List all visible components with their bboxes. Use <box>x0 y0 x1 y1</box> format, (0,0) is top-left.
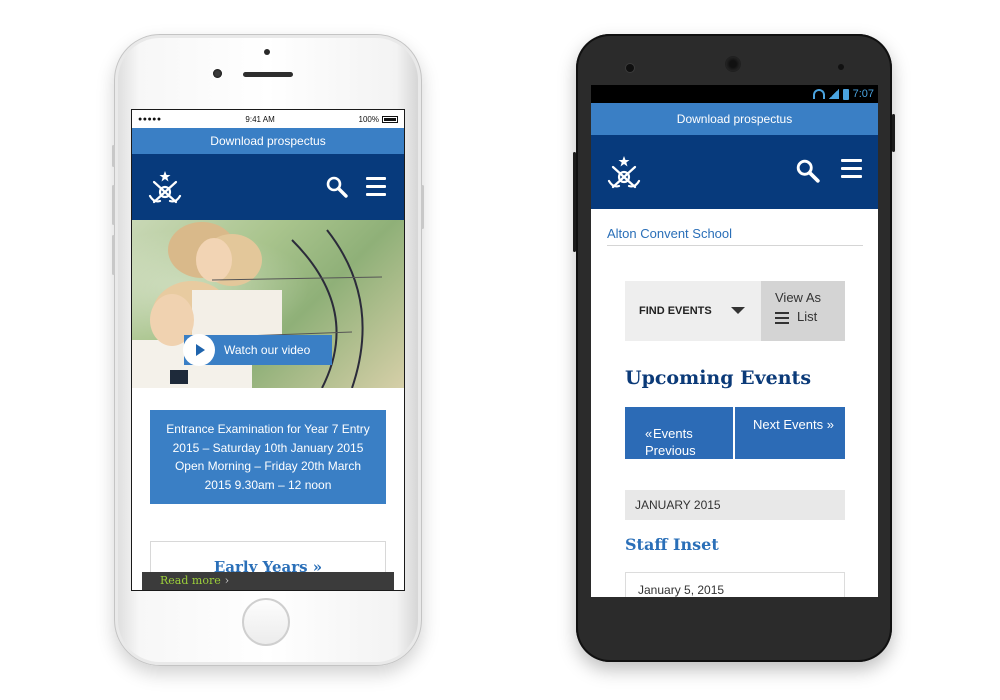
announcement-box: Entrance Examination for Year 7 Entry 20… <box>150 410 386 504</box>
read-more-label: Read more <box>160 574 221 587</box>
site-header <box>591 135 878 209</box>
announcement-line-2: Open Morning – Friday 20th March 2015 9.… <box>174 459 362 492</box>
events-pager: « Previous Events Next Events » <box>625 407 845 459</box>
event-title-link[interactable]: Staff Inset <box>625 535 719 554</box>
iphone-earpiece <box>243 72 293 77</box>
battery-percent: 100% <box>358 114 379 124</box>
find-events-label: FIND EVENTS <box>639 305 712 317</box>
play-icon <box>183 334 215 366</box>
android-status-bar: 7:07 <box>591 85 878 103</box>
iphone-volume-up <box>112 185 115 225</box>
announcement-line-1: Entrance Examination for Year 7 Entry 20… <box>166 422 370 455</box>
android-volume-button <box>573 152 576 252</box>
previous-events-button[interactable]: « Previous Events <box>625 407 733 459</box>
iphone-mute-switch <box>112 145 115 167</box>
hamburger-menu-icon[interactable] <box>841 159 862 178</box>
view-as-label: View As <box>775 290 822 305</box>
signal-indicator: ●●●●● <box>138 115 162 123</box>
android-device: 7:07 Download prospectus Alton Convent S… <box>573 34 895 662</box>
battery-icon <box>842 88 849 100</box>
android-power-button <box>892 114 895 152</box>
next-events-label: Next Events » <box>753 417 834 432</box>
search-icon[interactable] <box>796 159 820 183</box>
list-label: List <box>797 309 818 324</box>
previous-label-events: Events <box>653 426 693 441</box>
crest-logo-icon[interactable] <box>607 155 641 189</box>
status-time: 9:41 AM <box>245 114 275 124</box>
chevron-right-icon: › <box>224 574 230 587</box>
crest-logo-icon[interactable] <box>148 170 182 204</box>
download-prospectus-link[interactable]: Download prospectus <box>591 103 878 135</box>
battery-icon <box>382 115 398 123</box>
watch-video-label: Watch our video <box>224 343 311 357</box>
view-as-list-button[interactable]: View As List <box>761 281 845 341</box>
iphone-sensor <box>264 49 270 55</box>
android-earpiece <box>725 56 741 72</box>
android-sensor <box>838 64 844 70</box>
event-date-text: January 5, 2015 <box>638 583 725 597</box>
iphone-power-button <box>421 185 424 229</box>
month-header: JANUARY 2015 <box>625 490 845 520</box>
signal-icon <box>828 89 839 99</box>
search-icon[interactable] <box>326 176 348 198</box>
find-events-dropdown[interactable]: FIND EVENTS <box>625 281 761 341</box>
wifi-icon <box>812 89 825 99</box>
download-prospectus-link[interactable]: Download prospectus <box>132 128 404 154</box>
upcoming-events-heading: Upcoming Events <box>625 367 812 389</box>
hero-image: Watch our video <box>132 220 404 388</box>
iphone-home-button[interactable] <box>242 598 290 646</box>
status-time: 7:07 <box>852 88 874 100</box>
watch-video-button[interactable]: Watch our video <box>183 334 332 366</box>
iphone-front-camera <box>213 69 222 78</box>
hamburger-menu-icon[interactable] <box>366 177 386 196</box>
next-events-button[interactable]: Next Events » <box>735 407 845 459</box>
iphone-volume-down <box>112 235 115 275</box>
events-filter-bar: FIND EVENTS View As List <box>625 281 845 341</box>
battery-indicator: 100% <box>359 115 398 124</box>
read-more-link[interactable]: Read more › <box>142 572 394 590</box>
iphone-status-bar: ●●●●● 9:41 AM 100% <box>132 110 404 128</box>
iphone-screen: ●●●●● 9:41 AM 100% Download prospectus W… <box>131 109 405 591</box>
android-front-camera <box>626 64 634 72</box>
list-icon <box>775 312 789 327</box>
event-date: January 5, 2015 <box>625 572 845 597</box>
school-name-breadcrumb[interactable]: Alton Convent School <box>607 219 863 246</box>
site-header <box>132 154 404 220</box>
android-screen: 7:07 Download prospectus Alton Convent S… <box>591 85 878 597</box>
iphone-device: ●●●●● 9:41 AM 100% Download prospectus W… <box>112 34 424 666</box>
